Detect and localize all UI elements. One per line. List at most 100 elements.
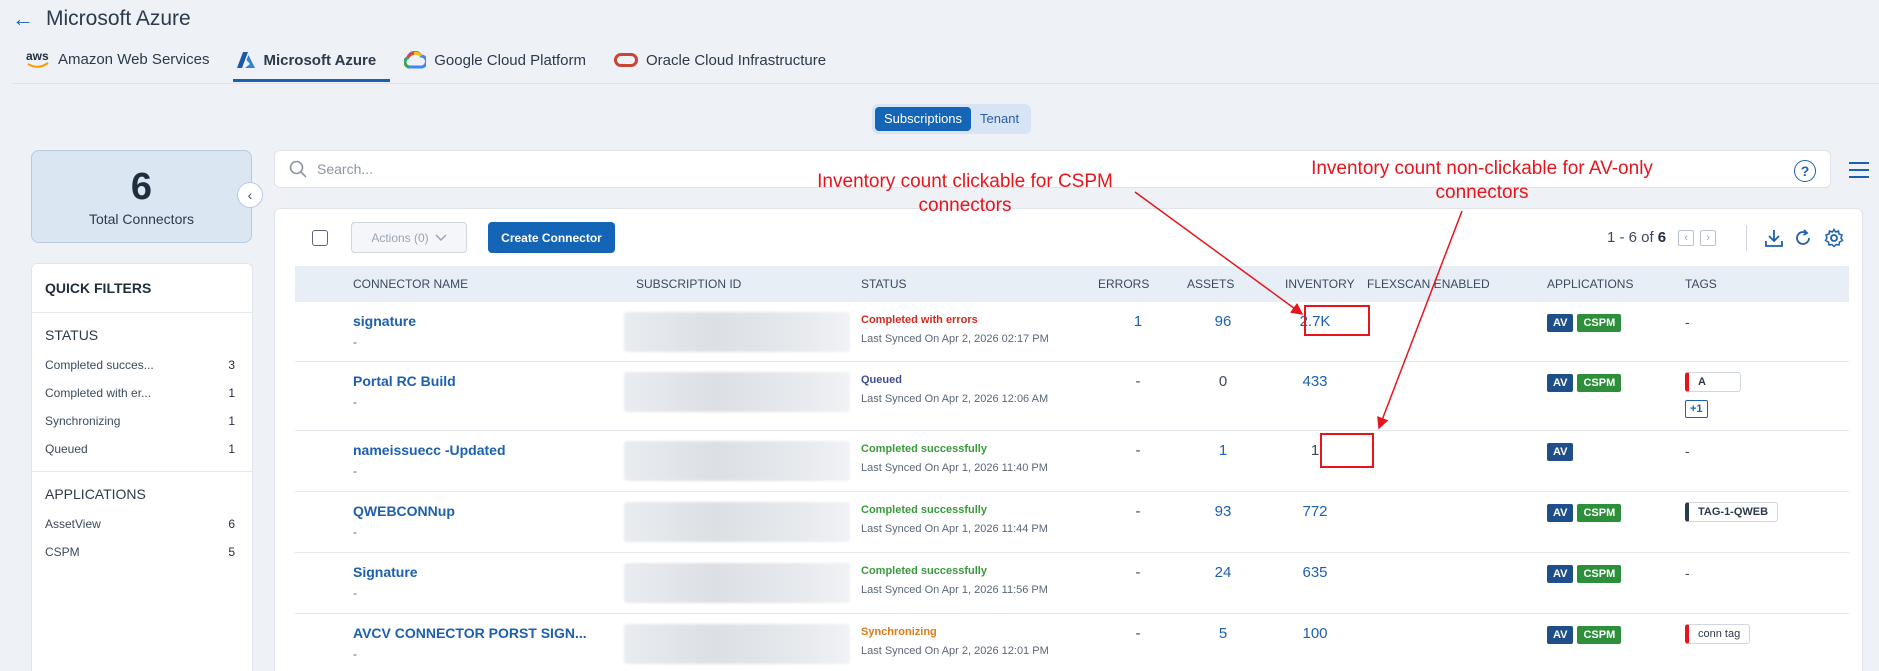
errors-count: - — [1135, 503, 1141, 520]
app-badge-cspm: CSPM — [1577, 565, 1622, 583]
tag-chip[interactable]: TAG-1-QWEB — [1685, 502, 1779, 522]
total-connectors-card: 6 Total Connectors — [31, 150, 252, 243]
inventory-count[interactable]: 433 — [1295, 373, 1335, 390]
pagination: 1 - 6 of 6 ‹ › — [1607, 229, 1717, 246]
tags-empty: - — [1685, 443, 1690, 459]
errors-count: - — [1135, 442, 1141, 459]
cloud-provider-tabs: aws Amazon Web Services Microsoft Azure … — [12, 38, 840, 84]
connector-name-link[interactable]: QWEBCONNup — [353, 503, 455, 519]
connector-name-link[interactable]: Signature — [353, 564, 418, 580]
status-text: Synchronizing — [861, 626, 937, 638]
app-badge-av: AV — [1547, 565, 1574, 583]
col-connector-name[interactable]: CONNECTOR NAME — [353, 266, 468, 302]
top-bar: ← Microsoft Azure — [0, 0, 1879, 38]
assets-count[interactable]: 5 — [1203, 625, 1243, 642]
subscription-id-redacted — [624, 563, 850, 603]
tab-oracle-cloud[interactable]: Oracle Cloud Infrastructure — [600, 38, 840, 82]
table-header: CONNECTOR NAME SUBSCRIPTION ID STATUS ER… — [295, 266, 1849, 302]
col-errors[interactable]: ERRORS — [1098, 266, 1149, 302]
filter-app-assetview[interactable]: AssetView 6 — [32, 510, 252, 538]
page-title: Microsoft Azure — [46, 7, 191, 30]
col-applications[interactable]: APPLICATIONS — [1547, 266, 1633, 302]
collapse-panel-button[interactable]: ‹ — [237, 182, 263, 208]
inventory-count[interactable]: 635 — [1295, 564, 1335, 581]
table-row[interactable]: nameissuecc -Updated - Completed successf… — [295, 431, 1849, 492]
help-icon[interactable]: ? — [1794, 160, 1816, 182]
col-subscription-id[interactable]: SUBSCRIPTION ID — [636, 266, 741, 302]
tab-divider — [12, 83, 1879, 84]
last-synced-text: Last Synced On Apr 2, 2026 12:06 AM — [861, 393, 1049, 405]
connector-name-link[interactable]: Portal RC Build — [353, 373, 456, 389]
tags-empty: - — [1685, 565, 1690, 581]
tab-aws[interactable]: aws Amazon Web Services — [12, 38, 223, 82]
subscription-id-redacted — [624, 441, 850, 481]
app-badge-av: AV — [1547, 443, 1574, 461]
table-row[interactable]: Signature - Completed successfully Last Sy… — [295, 553, 1849, 614]
refresh-icon[interactable] — [1793, 228, 1813, 248]
last-synced-text: Last Synced On Apr 2, 2026 02:17 PM — [861, 333, 1049, 345]
assets-count[interactable]: 24 — [1203, 564, 1243, 581]
chevron-left-icon: ‹ — [247, 187, 253, 203]
actions-dropdown[interactable]: Actions (0) — [351, 222, 467, 253]
app-badge-cspm: CSPM — [1577, 314, 1622, 332]
col-inventory[interactable]: INVENTORY — [1285, 266, 1355, 302]
aws-logo-icon: aws — [26, 49, 50, 71]
subscription-id-redacted — [624, 312, 850, 352]
connector-name-link[interactable]: AVCV CONNECTOR PORST SIGN... — [353, 625, 587, 641]
errors-count[interactable]: 1 — [1118, 313, 1158, 330]
app-badge-av: AV — [1547, 314, 1574, 332]
status-text: Completed successfully — [861, 443, 987, 455]
last-synced-text: Last Synced On Apr 1, 2026 11:44 PM — [861, 523, 1048, 535]
create-connector-button[interactable]: Create Connector — [488, 222, 615, 253]
tag-chip[interactable]: conn tag — [1685, 624, 1751, 644]
tag-chip[interactable]: A — [1685, 372, 1741, 392]
select-all-checkbox[interactable] — [312, 230, 328, 246]
filter-status-queued[interactable]: Queued 1 — [32, 435, 252, 463]
subscriptions-toggle[interactable]: Subscriptions — [875, 107, 972, 131]
svg-text:aws: aws — [26, 49, 49, 63]
col-status[interactable]: STATUS — [861, 266, 907, 302]
gear-icon[interactable] — [1824, 228, 1844, 248]
tab-google-cloud[interactable]: Google Cloud Platform — [390, 38, 600, 82]
filter-status-synchronizing[interactable]: Synchronizing 1 — [32, 407, 252, 435]
tab-azure-label: Microsoft Azure — [263, 51, 377, 69]
azure-logo-icon — [237, 51, 256, 69]
tab-aws-label: Amazon Web Services — [58, 50, 210, 68]
pager-total: 6 — [1657, 229, 1667, 246]
connector-name-link[interactable]: nameissuecc -Updated — [353, 442, 506, 458]
table-row[interactable]: QWEBCONNup - Completed successfully Last S… — [295, 492, 1849, 553]
hamburger-menu-icon[interactable] — [1849, 162, 1869, 178]
table-row[interactable]: AVCV CONNECTOR PORST SIGN... - Synchroniz… — [295, 614, 1849, 671]
highlight-box-cspm-inventory — [1304, 305, 1370, 336]
connector-description: - — [353, 647, 357, 661]
quick-filters-panel: QUICK FILTERS STATUS Completed succes...… — [31, 263, 253, 671]
tenant-toggle[interactable]: Tenant — [971, 107, 1028, 131]
applications-filter-title: APPLICATIONS — [45, 486, 146, 502]
app-badge-cspm: CSPM — [1577, 374, 1622, 392]
filter-status-completed-errors[interactable]: Completed with er... 1 — [32, 379, 252, 407]
download-icon[interactable] — [1764, 228, 1784, 248]
filter-status-completed-success[interactable]: Completed succes... 3 — [32, 351, 252, 379]
connector-description: - — [353, 395, 357, 409]
col-tags[interactable]: TAGS — [1685, 266, 1717, 302]
col-assets[interactable]: ASSETS — [1187, 266, 1234, 302]
inventory-count[interactable]: 772 — [1295, 503, 1335, 520]
assets-count[interactable]: 96 — [1203, 313, 1243, 330]
connector-name-link[interactable]: signature — [353, 313, 416, 329]
app-badge-av: AV — [1547, 626, 1574, 644]
assets-count: 0 — [1218, 373, 1228, 390]
more-tags-chip[interactable]: +1 — [1685, 400, 1708, 418]
tags-empty: - — [1685, 314, 1690, 330]
filter-app-cspm[interactable]: CSPM 5 — [32, 538, 252, 566]
assets-count[interactable]: 93 — [1203, 503, 1243, 520]
back-arrow-icon[interactable]: ← — [12, 8, 34, 30]
tab-microsoft-azure[interactable]: Microsoft Azure — [223, 38, 391, 82]
table-row[interactable]: signature - Completed with errors Last Syn… — [295, 302, 1849, 362]
inventory-count[interactable]: 100 — [1295, 625, 1335, 642]
col-flexscan-enabled[interactable]: FLEXSCAN ENABLED — [1367, 266, 1490, 302]
table-row[interactable]: Portal RC Build - Queued Last Synced On Ap… — [295, 362, 1849, 431]
assets-count[interactable]: 1 — [1203, 442, 1243, 459]
app-badge-cspm: CSPM — [1577, 626, 1622, 644]
next-page-button[interactable]: › — [1700, 229, 1717, 246]
prev-page-button[interactable]: ‹ — [1678, 229, 1695, 246]
